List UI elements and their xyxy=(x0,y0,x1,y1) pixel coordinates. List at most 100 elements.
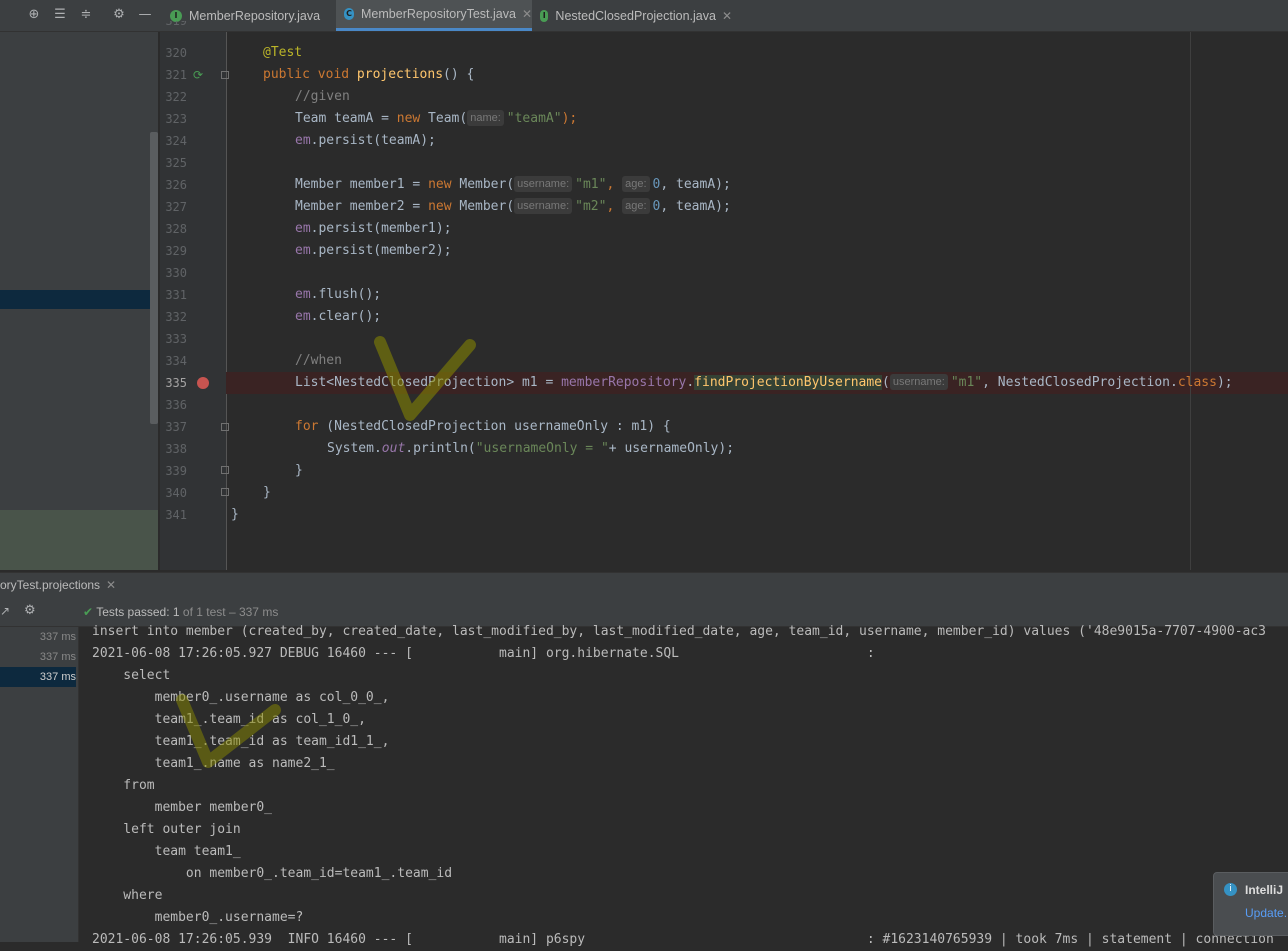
selected-tree-item[interactable] xyxy=(0,290,158,309)
parameter-hint: username: xyxy=(889,374,948,390)
code-line: Team teamA = new Team(name: "teamA"); xyxy=(295,110,578,126)
run-tab-label: oryTest.projections xyxy=(0,578,101,592)
run-tab-bar xyxy=(0,572,1288,599)
fold-icon[interactable] xyxy=(221,488,229,496)
parameter-hint: age: xyxy=(622,198,650,214)
fold-icon[interactable] xyxy=(221,71,229,79)
code-line: System.out.println("usernameOnly = "+ us… xyxy=(327,441,735,456)
line-number: 339 xyxy=(165,464,187,478)
scrollbar[interactable] xyxy=(150,132,158,424)
console-line: member0_.username=? xyxy=(92,910,304,925)
tab-member-repository[interactable]: I MemberRepository.java xyxy=(162,0,334,31)
line-number: 334 xyxy=(165,354,187,368)
console-output xyxy=(80,627,1288,942)
line-number: 325 xyxy=(165,156,187,170)
minimize-icon[interactable]: — xyxy=(138,8,152,22)
tab-label: MemberRepository.java xyxy=(189,8,321,23)
line-number: 319 xyxy=(165,21,187,28)
parameter-hint: username: xyxy=(514,176,573,192)
console-line: team team1_ xyxy=(92,844,241,859)
code-line: @Test xyxy=(263,45,303,60)
collapse-all-icon[interactable]: ≑ xyxy=(79,8,93,22)
close-icon[interactable]: ✕ xyxy=(106,578,116,592)
line-number: 330 xyxy=(165,266,187,280)
code-line: for (NestedClosedProjection usernameOnly… xyxy=(295,419,671,434)
line-number: 337 xyxy=(165,420,187,434)
code-comment: //given xyxy=(295,89,350,104)
line-number: 326 xyxy=(165,178,187,192)
parameter-hint: name: xyxy=(467,110,504,126)
interface-icon: I xyxy=(170,9,182,22)
code-line: em.flush(); xyxy=(295,287,382,302)
code-comment: //when xyxy=(295,353,342,368)
tab-label: NestedClosedProjection.java xyxy=(555,8,716,23)
info-icon: i xyxy=(1224,883,1237,896)
highlighted-tree-region xyxy=(0,510,158,570)
line-number: 323 xyxy=(165,112,187,126)
line-number: 333 xyxy=(165,332,187,346)
code-line: Member member1 = new Member(username: "m1… xyxy=(295,176,731,192)
line-number: 328 xyxy=(165,222,187,236)
code-line: em.persist(teamA); xyxy=(295,133,436,148)
line-number: 331 xyxy=(165,288,187,302)
tab-member-repository-test[interactable]: C MemberRepositoryTest.java ✕ xyxy=(336,0,532,31)
code-line: em.persist(member2); xyxy=(295,243,452,258)
parameter-hint: username: xyxy=(514,198,573,214)
code-line: em.persist(member1); xyxy=(295,221,452,236)
class-icon: C xyxy=(344,8,355,20)
interface-icon: I xyxy=(540,9,549,22)
console-line: 2021-06-08 17:26:05.939 INFO 16460 --- [… xyxy=(92,932,1274,947)
code-line: } xyxy=(295,463,303,478)
parameter-hint: age: xyxy=(622,176,650,192)
tab-label: MemberRepositoryTest.java xyxy=(361,7,516,21)
check-icon: ✔ xyxy=(83,605,94,619)
notification-title: IntelliJ I xyxy=(1245,883,1287,897)
line-number: 320 xyxy=(165,46,187,60)
update-link[interactable]: Update... xyxy=(1245,906,1287,920)
line-number: 340 xyxy=(165,486,187,500)
console-line: select xyxy=(92,668,171,683)
test-duration[interactable]: 337 ms xyxy=(0,667,76,687)
export-icon[interactable]: ↗ xyxy=(0,604,12,618)
breakpoint-icon[interactable] xyxy=(197,377,209,389)
console-line: 2021-06-08 17:26:05.927 DEBUG 16460 --- … xyxy=(92,646,875,661)
annotation-checkmark xyxy=(374,336,476,421)
console-line: from xyxy=(92,778,155,793)
line-number: 335 xyxy=(165,376,187,390)
line-number: 336 xyxy=(165,398,187,412)
line-number: 332 xyxy=(165,310,187,324)
line-number: 322 xyxy=(165,90,187,104)
console-line: insert into member (created_by, created_… xyxy=(92,624,1266,639)
console-line: where xyxy=(92,888,163,903)
run-tab[interactable]: oryTest.projections ✕ xyxy=(0,576,116,594)
console-line: member member0_ xyxy=(92,800,273,815)
line-number: 321 xyxy=(165,68,187,82)
line-number: 324 xyxy=(165,134,187,148)
code-line: Member member2 = new Member(username: "m2… xyxy=(295,198,731,214)
test-duration[interactable]: 337 ms xyxy=(0,647,76,667)
code-line: } xyxy=(231,507,239,522)
right-margin-guide xyxy=(1190,32,1191,570)
gear-icon[interactable]: ⚙ xyxy=(24,603,38,618)
code-line: } xyxy=(263,485,271,500)
update-notification[interactable] xyxy=(1213,872,1288,936)
test-status: ✔ Tests passed: 1 of 1 test – 337 ms xyxy=(83,605,279,619)
line-number: 329 xyxy=(165,244,187,258)
line-number: 341 xyxy=(165,508,187,522)
target-icon[interactable]: ⊕ xyxy=(27,8,41,22)
gear-icon[interactable]: ⚙ xyxy=(112,8,126,22)
expand-all-icon[interactable]: ☰ xyxy=(53,8,67,22)
fold-icon[interactable] xyxy=(221,423,229,431)
tab-nested-closed-projection[interactable]: I NestedClosedProjection.java ✕ xyxy=(532,0,732,31)
console-line: on member0_.team_id=team1_.team_id xyxy=(92,866,453,881)
code-line: public void projections() { xyxy=(263,67,475,82)
annotation-checkmark xyxy=(176,694,281,768)
close-icon[interactable]: ✕ xyxy=(522,7,532,21)
fold-icon[interactable] xyxy=(221,466,229,474)
line-number: 338 xyxy=(165,442,187,456)
run-test-icon[interactable]: ⟳ xyxy=(193,68,207,82)
console-line: left outer join xyxy=(92,822,241,837)
code-line: em.clear(); xyxy=(295,309,382,324)
test-duration[interactable]: 337 ms xyxy=(0,627,76,647)
close-icon[interactable]: ✕ xyxy=(722,9,732,23)
